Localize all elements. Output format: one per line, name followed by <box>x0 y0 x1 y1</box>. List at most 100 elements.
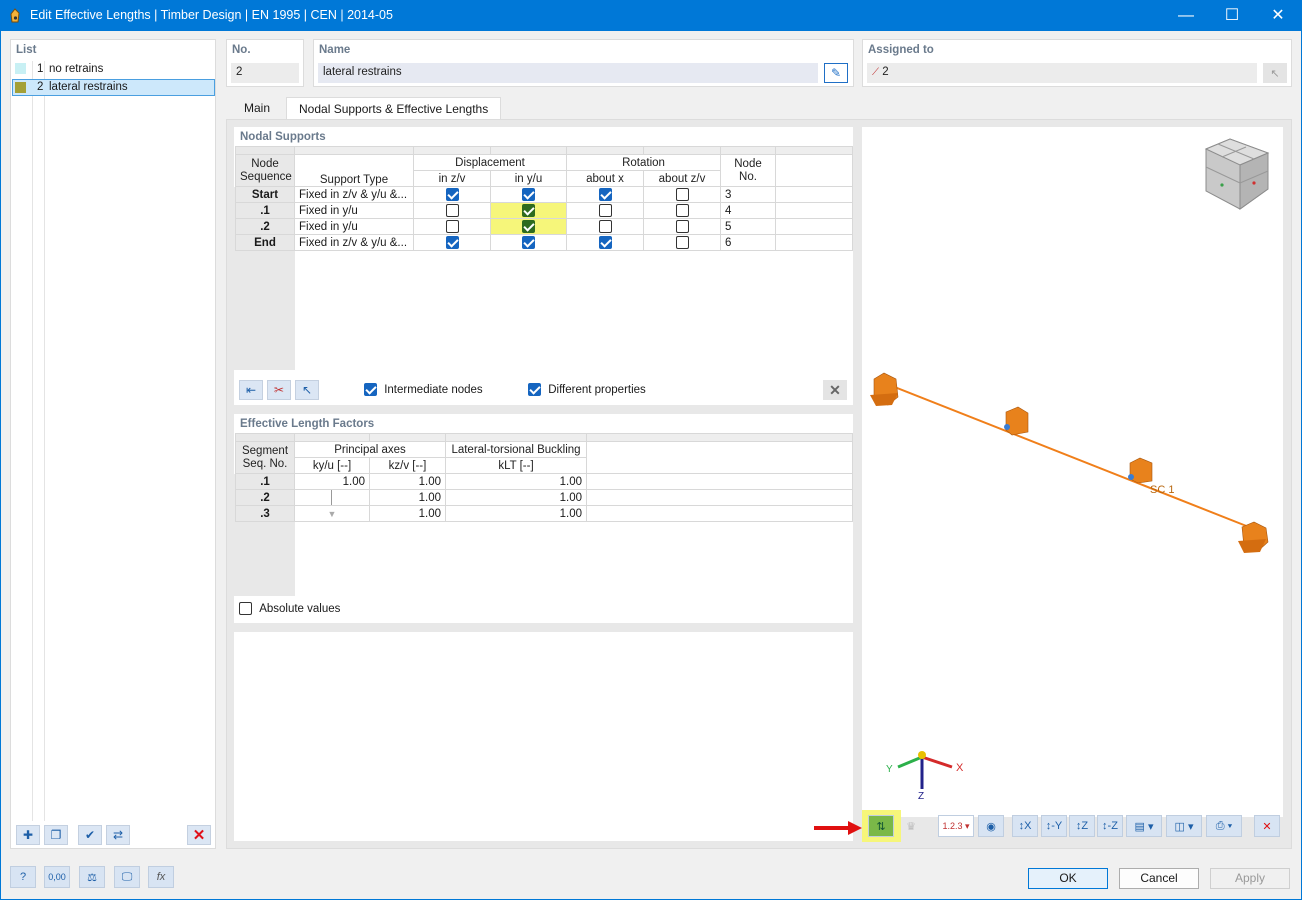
disp-z-checkbox[interactable] <box>445 236 459 249</box>
segment-cell: .3 <box>235 505 295 522</box>
support-type-cell[interactable]: Fixed in z/v & y/u &... <box>294 234 414 251</box>
print-icon[interactable]: ⎙ ▾ <box>1206 815 1242 837</box>
view-settings-icon[interactable]: ◉ <box>978 815 1004 837</box>
copy-item-icon[interactable]: ❐ <box>44 825 68 845</box>
disp-y-checkbox[interactable] <box>522 236 535 249</box>
render-mode-icon[interactable]: ▤ ▾ <box>1126 815 1162 837</box>
table-row: .2 1.00 1.00 <box>235 489 853 506</box>
rot-z-checkbox[interactable] <box>675 236 689 249</box>
rot-x-checkbox[interactable] <box>598 204 612 217</box>
disp-z-checkbox[interactable] <box>445 204 459 217</box>
apply-button[interactable]: Apply <box>1210 868 1290 889</box>
kz-cell[interactable]: 1.00 <box>369 473 446 490</box>
disp-z-checkbox[interactable] <box>445 220 459 233</box>
red-arrow-indicator <box>814 820 862 839</box>
klt-cell[interactable]: 1.00 <box>445 473 587 490</box>
clear-table-icon[interactable]: ✕ <box>823 380 847 400</box>
edit-name-icon[interactable]: ✎ <box>824 63 848 83</box>
check-all-icon[interactable]: ✔ <box>78 825 102 845</box>
rot-z-checkbox[interactable] <box>675 220 689 233</box>
rot-z-checkbox[interactable] <box>675 204 689 217</box>
node-seq-cell: .2 <box>235 218 295 235</box>
disp-y-checkbox[interactable] <box>522 188 535 201</box>
app-icon <box>9 8 22 23</box>
support-type-cell[interactable]: Fixed in z/v & y/u &... <box>294 186 414 203</box>
view-neg-y-icon[interactable]: ↕-Y <box>1041 815 1067 837</box>
view-neg-z-icon[interactable]: ↕-Z <box>1097 815 1123 837</box>
fill-down-line <box>331 490 332 505</box>
import-supports-icon[interactable]: ⇤ <box>239 380 263 400</box>
pick-node-icon[interactable]: ↖ <box>295 380 319 400</box>
kz-cell[interactable]: 1.00 <box>369 505 446 522</box>
different-properties-label: Different properties <box>548 383 646 396</box>
delete-item-icon[interactable]: ✕ <box>187 825 211 845</box>
maximize-icon[interactable]: ☐ <box>1209 0 1255 31</box>
number-label: No. <box>232 44 251 56</box>
absolute-values-option[interactable]: Absolute values <box>239 602 340 615</box>
window-title: Edit Effective Lengths | Timber Design |… <box>30 8 393 22</box>
different-properties-checkbox[interactable] <box>528 383 541 396</box>
absolute-values-checkbox[interactable] <box>239 602 252 615</box>
intermediate-nodes-checkbox[interactable] <box>364 383 377 396</box>
rot-x-checkbox[interactable] <box>598 236 612 249</box>
ky-cell[interactable]: 1.00 <box>294 473 370 490</box>
view-cube <box>1204 138 1270 210</box>
minimize-icon[interactable]: — <box>1163 0 1209 31</box>
number-field[interactable]: 2 <box>231 63 299 83</box>
iso-view-icon[interactable]: ◫ ▾ <box>1166 815 1202 837</box>
select-members-icon[interactable]: ↖ <box>1263 63 1287 83</box>
table-row: .2 Fixed in y/u 5 <box>235 218 853 235</box>
numbering-icon[interactable]: 1.2.3 ▾ <box>938 815 974 837</box>
node-no-cell[interactable]: 3 <box>720 186 776 203</box>
model-view-canvas <box>870 138 1270 789</box>
list-item-selected[interactable]: 2 lateral restrains <box>12 79 215 96</box>
assigned-field[interactable]: ⟋ 2 <box>867 63 1257 83</box>
kz-cell[interactable]: 1.00 <box>369 489 446 506</box>
node-no-header: Node No. <box>720 154 776 187</box>
rot-x-checkbox[interactable] <box>598 220 612 233</box>
reset-view-icon[interactable]: ✕ <box>1254 815 1280 837</box>
node-no-cell[interactable]: 6 <box>720 234 776 251</box>
list-item-color-swatch <box>15 63 26 74</box>
disp-y-checkbox[interactable] <box>522 220 535 233</box>
node-no-cell[interactable]: 5 <box>720 218 776 235</box>
delete-support-icon[interactable]: ✂ <box>267 380 291 400</box>
node-sequence-header: Node Sequence <box>235 154 295 187</box>
view-z-icon[interactable]: ↕Z <box>1069 815 1095 837</box>
member-line <box>881 381 1255 530</box>
disp-z-checkbox[interactable] <box>445 188 459 201</box>
tab-main[interactable]: Main <box>232 97 282 119</box>
rot-x-checkbox[interactable] <box>598 188 612 201</box>
cancel-button[interactable]: Cancel <box>1119 868 1199 889</box>
tab-nodal-supports[interactable]: Nodal Supports & Effective Lengths <box>286 97 502 119</box>
display-settings-icon[interactable]: 🖵 <box>114 866 140 888</box>
help-icon[interactable]: ? <box>10 866 36 888</box>
intermediate-nodes-option[interactable]: Intermediate nodes <box>364 383 483 396</box>
node-no-cell[interactable]: 4 <box>720 202 776 219</box>
trophy-icon[interactable]: ♛ <box>898 815 924 837</box>
support-type-cell[interactable]: Fixed in y/u <box>294 218 414 235</box>
units-icon[interactable]: ⚖ <box>79 866 105 888</box>
formula-icon[interactable]: fx <box>148 866 174 888</box>
view-x-icon[interactable]: ↕X <box>1012 815 1038 837</box>
support-end <box>1238 521 1269 553</box>
disp-y-checkbox[interactable] <box>522 204 535 217</box>
member-icon: ⟋ <box>872 67 879 78</box>
klt-cell[interactable]: 1.00 <box>445 489 587 506</box>
sync-selection-icon[interactable]: ⇅ <box>868 815 894 837</box>
support-type-cell[interactable]: Fixed in y/u <box>294 202 414 219</box>
klt-cell[interactable]: 1.00 <box>445 505 587 522</box>
different-properties-option[interactable]: Different properties <box>528 383 646 396</box>
list-item[interactable]: 1 no retrains <box>12 61 214 78</box>
ok-button[interactable]: OK <box>1028 868 1108 889</box>
check-selected-icon[interactable]: ⇄ <box>106 825 130 845</box>
ky-cell[interactable]: ▼ <box>294 505 370 522</box>
rot-z-checkbox[interactable] <box>675 188 689 201</box>
name-field[interactable]: lateral restrains <box>318 63 818 83</box>
model-view[interactable]: SC 1 X Y Z <box>862 127 1283 817</box>
new-item-icon[interactable]: ✚ <box>16 825 40 845</box>
ky-cell[interactable] <box>294 489 370 506</box>
nodal-supports-section: Nodal Supports Node Sequence Support Type… <box>234 127 853 405</box>
close-icon[interactable]: ✕ <box>1255 0 1301 31</box>
decimals-icon[interactable]: 0,00 <box>44 866 70 888</box>
